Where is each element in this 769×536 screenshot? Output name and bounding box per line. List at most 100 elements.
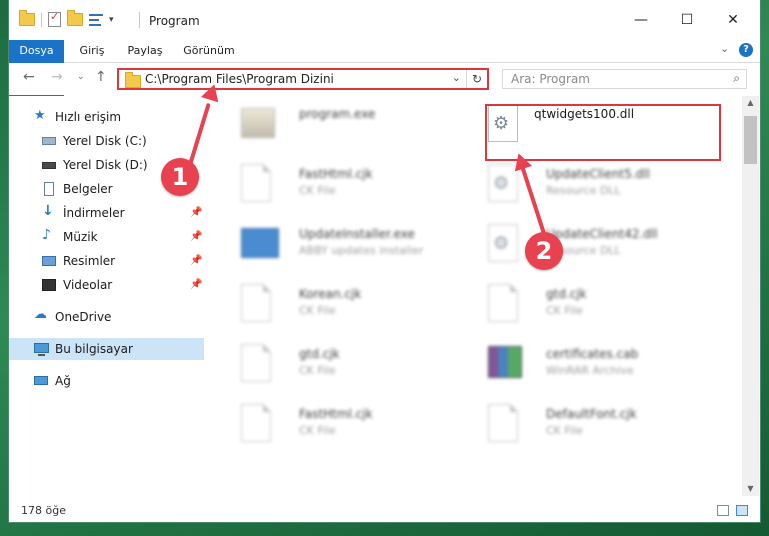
- explorer-window: ▾ Program — ☐ ✕ Dosya Giriş Paylaş Görün…: [9, 0, 760, 522]
- computer-icon: [34, 342, 49, 356]
- maximize-button[interactable]: ☐: [677, 10, 697, 30]
- file-item[interactable]: Korean.cjk CK File: [229, 276, 469, 334]
- sidebar-item-label: Ağ: [55, 374, 71, 388]
- sidebar-item-label: Videolar: [63, 278, 113, 292]
- large-icons-view-icon[interactable]: [736, 505, 748, 516]
- file-item[interactable]: FastHtml.cjk CK File: [229, 156, 469, 214]
- title-separator: [139, 12, 140, 28]
- back-arrow-icon[interactable]: ←: [23, 69, 35, 85]
- file-item[interactable]: gtd.cjk CK File: [229, 336, 469, 394]
- drive-icon: [42, 134, 56, 148]
- pin-icon[interactable]: 📌: [190, 255, 202, 266]
- sidebar-item-local-disk-c[interactable]: Yerel Disk (C:): [9, 130, 204, 152]
- star-icon: ★: [34, 108, 46, 123]
- vertical-scrollbar[interactable]: ▲ ▼: [742, 96, 759, 496]
- search-input[interactable]: Ara: Program ⌕: [502, 69, 747, 89]
- file-type: CK File: [546, 304, 583, 317]
- ribbon-tabs: Dosya Giriş Paylaş Görünüm ⌄ ?: [9, 40, 760, 98]
- chevron-down-icon[interactable]: ▾: [109, 15, 114, 25]
- minimize-button[interactable]: —: [631, 10, 651, 30]
- customize-icon[interactable]: [89, 13, 103, 26]
- documents-icon: [42, 182, 56, 196]
- sidebar-item-quick-access[interactable]: ★ Hızlı erişim: [9, 106, 204, 128]
- drive-icon: [42, 158, 56, 172]
- pictures-icon: [42, 254, 56, 268]
- document-icon: [488, 284, 518, 322]
- sidebar-item-pictures[interactable]: Resimler 📌: [9, 250, 204, 272]
- help-icon[interactable]: ?: [739, 43, 753, 57]
- folder-icon: [125, 72, 141, 88]
- file-item[interactable]: UpdateInstaller.exe ABBY updates install…: [229, 216, 469, 274]
- sidebar-item-label: Yerel Disk (C:): [63, 134, 147, 148]
- file-type: CK File: [546, 424, 583, 437]
- document-icon: [241, 404, 271, 442]
- file-name: UpdateClient42.dll: [546, 227, 658, 241]
- file-name: FastHtml.cjk: [299, 407, 373, 421]
- file-name: gtd.cjk: [299, 347, 340, 361]
- close-button[interactable]: ✕: [723, 10, 743, 30]
- scroll-up-icon[interactable]: ▲: [742, 96, 759, 110]
- quick-access-toolbar: ▾: [19, 10, 114, 27]
- new-folder-icon[interactable]: [67, 10, 83, 26]
- sidebar-item-downloads[interactable]: ↓ İndirmeler 📌: [9, 202, 204, 224]
- tab-view[interactable]: Görünüm: [181, 40, 237, 62]
- sidebar-item-label: Müzik: [63, 230, 98, 244]
- sidebar-item-videos[interactable]: Videolar 📌: [9, 274, 204, 296]
- document-icon: [488, 404, 518, 442]
- gear-file-icon: ⚙: [488, 224, 518, 262]
- pin-icon[interactable]: 📌: [190, 207, 202, 218]
- sidebar-item-label: Resimler: [63, 254, 116, 268]
- status-bar: 178 öğe: [9, 500, 760, 522]
- tab-home[interactable]: Giriş: [75, 40, 109, 62]
- pin-icon[interactable]: 📌: [190, 231, 202, 242]
- file-name: Korean.cjk: [299, 287, 362, 301]
- sidebar-item-music[interactable]: ♪ Müzik 📌: [9, 226, 204, 248]
- file-item[interactable]: DefaultFont.cjk CK File: [476, 396, 716, 454]
- chevron-down-icon[interactable]: ⌄: [720, 42, 729, 55]
- film-icon: [42, 278, 56, 292]
- file-item[interactable]: program.exe: [229, 96, 469, 154]
- file-item[interactable]: ⚙ UpdateClient42.dll Resource DLL: [476, 216, 716, 274]
- search-icon[interactable]: ⌕: [733, 71, 740, 86]
- file-name: certificates.cab: [546, 347, 639, 361]
- download-arrow-icon: ↓: [42, 203, 54, 219]
- file-item[interactable]: certificates.cab WinRAR Archive: [476, 336, 716, 394]
- pin-icon[interactable]: 📌: [190, 279, 202, 290]
- file-type: ABBY updates installer: [299, 244, 424, 257]
- address-path: C:\Program Files\Program Dizini: [145, 72, 334, 86]
- callout-badge: 1: [161, 158, 199, 196]
- window-title: Program: [149, 14, 200, 28]
- refresh-icon[interactable]: ↻: [466, 70, 487, 88]
- recent-chevron-icon[interactable]: ⌄: [77, 72, 85, 82]
- search-placeholder: Ara: Program: [511, 72, 590, 86]
- up-arrow-icon[interactable]: ↑: [95, 69, 107, 85]
- folder-icon[interactable]: [19, 10, 35, 26]
- sidebar-item-this-pc[interactable]: Bu bilgisayar: [9, 338, 204, 360]
- forward-arrow-icon[interactable]: →: [51, 69, 63, 85]
- file-type: CK File: [299, 424, 336, 437]
- scroll-thumb[interactable]: [744, 116, 757, 164]
- file-name: program.exe: [299, 107, 376, 121]
- file-name: UpdateClient5.dll: [546, 167, 650, 181]
- program-icon: [241, 108, 275, 138]
- details-view-icon[interactable]: [717, 505, 729, 516]
- properties-icon[interactable]: [48, 10, 61, 27]
- sidebar-item-network[interactable]: Ağ: [9, 370, 204, 392]
- sidebar-item-label: Yerel Disk (D:): [63, 158, 148, 172]
- sidebar-item-label: İndirmeler: [63, 206, 125, 220]
- toolbar-separator: [41, 12, 42, 27]
- address-bar[interactable]: C:\Program Files\Program Dizini ⌄ ↻: [117, 68, 489, 90]
- file-item[interactable]: FastHtml.cjk CK File: [229, 396, 469, 454]
- navigation-pane: ★ Hızlı erişim Yerel Disk (C:) Yerel Dis…: [9, 96, 209, 496]
- file-type: CK File: [299, 304, 336, 317]
- callout-badge: 2: [525, 232, 563, 270]
- file-type: CK File: [299, 184, 336, 197]
- scroll-down-icon[interactable]: ▼: [742, 482, 759, 496]
- chevron-down-icon[interactable]: ⌄: [452, 71, 461, 84]
- sidebar-item-onedrive[interactable]: ☁ OneDrive: [9, 306, 204, 328]
- navigation-bar: ← → ⌄ ↑ C:\Program Files\Program Dizini …: [9, 63, 760, 95]
- file-item[interactable]: gtd.cjk CK File: [476, 276, 716, 334]
- title-bar: ▾ Program — ☐ ✕: [9, 0, 760, 40]
- sidebar-item-label: OneDrive: [55, 310, 112, 324]
- tab-share[interactable]: Paylaş: [124, 40, 166, 62]
